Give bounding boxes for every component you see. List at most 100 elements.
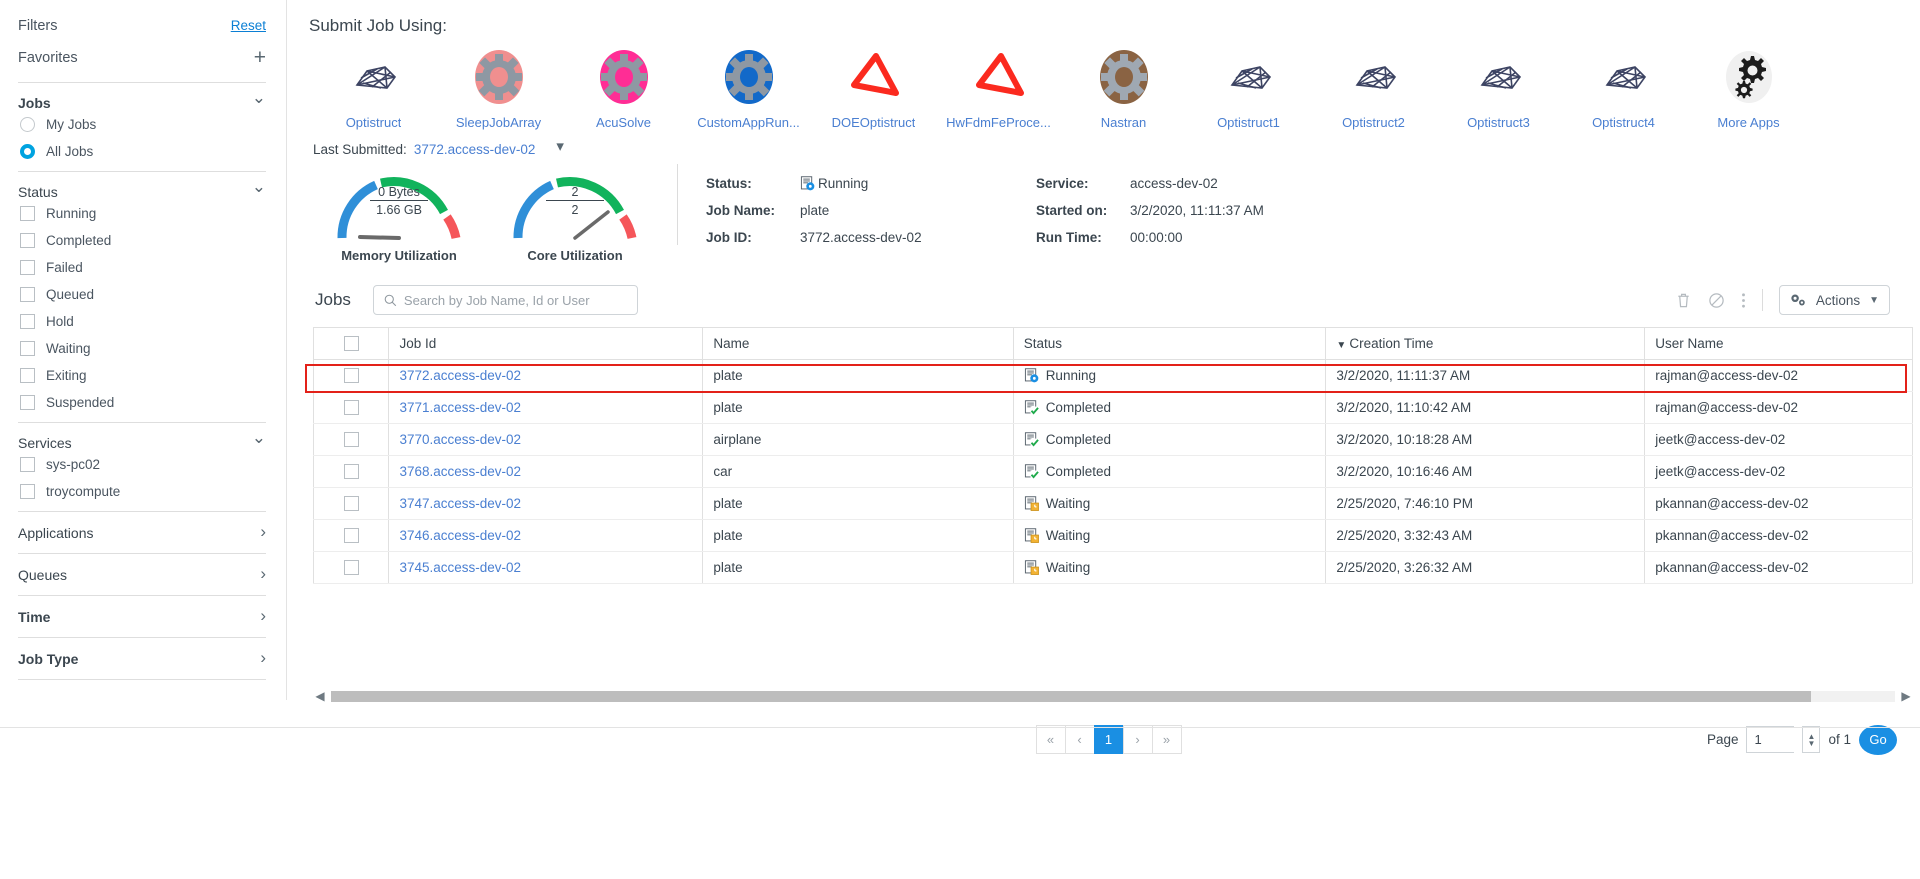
app-tile-optistruct[interactable]: Optistruct: [311, 48, 436, 130]
checkbox-status-queued[interactable]: Queued: [18, 281, 266, 308]
app-tile-sleepjobarray[interactable]: SleepJobArray: [436, 48, 561, 130]
job-id-link[interactable]: 3771.access-dev-02: [399, 400, 521, 415]
checkbox-service-sys-pc02[interactable]: sys-pc02: [18, 451, 266, 478]
page-1-button[interactable]: 1: [1093, 725, 1124, 754]
detail-value: plate: [800, 203, 830, 218]
column-header-status[interactable]: Status: [1012, 327, 1327, 360]
checkbox-status-running[interactable]: Running: [18, 200, 266, 227]
radio-my-jobs[interactable]: My Jobs: [18, 111, 266, 138]
job-id-link[interactable]: 3745.access-dev-02: [399, 560, 521, 575]
app-tile-hwfdmfeprocess[interactable]: HwFdmFeProce...: [936, 48, 1061, 130]
app-tile-optistruct2[interactable]: Optistruct2: [1311, 48, 1436, 130]
column-header-job-id[interactable]: Job Id: [388, 327, 704, 360]
page-number-input[interactable]: 1: [1746, 726, 1795, 753]
favorites-row: Favorites +: [18, 44, 266, 82]
checkbox-status-exiting[interactable]: Exiting: [18, 362, 266, 389]
checkbox-status-waiting[interactable]: Waiting: [18, 335, 266, 362]
favorites-label: Favorites: [18, 50, 78, 66]
scrollbar-track[interactable]: [331, 690, 1895, 702]
add-favorite-icon[interactable]: +: [254, 47, 266, 68]
app-tile-optistruct3[interactable]: Optistruct3: [1436, 48, 1561, 130]
job-id-link[interactable]: 3768.access-dev-02: [399, 464, 521, 479]
row-checkbox[interactable]: [343, 432, 359, 447]
detail-key: Status:: [706, 176, 752, 191]
filter-section-queues[interactable]: Queues: [18, 553, 266, 595]
checkbox-icon: [20, 457, 35, 472]
filter-section-status-header[interactable]: Status: [18, 183, 266, 200]
reset-filters-link[interactable]: Reset: [231, 18, 266, 33]
cell-status: Completed: [1012, 391, 1327, 424]
filter-section-time[interactable]: Time: [18, 595, 266, 637]
app-tile-nastran[interactable]: Nastran: [1061, 48, 1186, 130]
checkbox-icon: [20, 395, 35, 410]
job-id-link[interactable]: 3770.access-dev-02: [399, 432, 521, 447]
row-checkbox[interactable]: [343, 368, 359, 383]
horizontal-scrollbar[interactable]: ◀ ▶: [313, 689, 1913, 703]
next-page-button[interactable]: ›: [1122, 725, 1153, 754]
search-input[interactable]: Search by Job Name, Id or User: [372, 285, 638, 315]
checkbox-label: Completed: [46, 233, 112, 248]
table-row[interactable]: 3745.access-dev-02 plate Waiting 2/25/20…: [312, 551, 1913, 584]
go-button[interactable]: Go: [1859, 724, 1897, 755]
row-checkbox[interactable]: [343, 400, 359, 415]
checkbox-status-suspended[interactable]: Suspended: [18, 389, 266, 416]
table-row[interactable]: 3772.access-dev-02 plate Running 3/2/202…: [312, 359, 1913, 392]
cell-creation-time: 3/2/2020, 10:18:28 AM: [1325, 423, 1646, 456]
checkbox-status-completed[interactable]: Completed: [18, 227, 266, 254]
filter-section-job-type[interactable]: Job Type: [18, 637, 266, 679]
first-page-button[interactable]: «: [1035, 725, 1066, 754]
checkbox-label: Hold: [46, 314, 74, 329]
job-id-link[interactable]: 3747.access-dev-02: [399, 496, 521, 511]
cell-name: airplane: [702, 423, 1014, 456]
checkbox-status-hold[interactable]: Hold: [18, 308, 266, 335]
row-checkbox[interactable]: [343, 496, 359, 511]
chevron-down-icon[interactable]: ▾: [556, 137, 564, 155]
job-id-link[interactable]: 3746.access-dev-02: [399, 528, 521, 543]
app-tile-optistruct1[interactable]: Optistruct1: [1186, 48, 1311, 130]
page-label: Page: [1706, 732, 1739, 747]
column-header-name[interactable]: Name: [702, 327, 1014, 360]
table-row[interactable]: 3770.access-dev-02 airplane Completed 3/…: [312, 423, 1913, 456]
app-tile-acusolve[interactable]: AcuSolve: [561, 48, 686, 130]
row-checkbox[interactable]: [343, 464, 359, 479]
job-id-link[interactable]: 3772.access-dev-02: [399, 368, 521, 383]
app-tile-doeoptistruct[interactable]: DOEOptistruct: [811, 48, 936, 130]
scrollbar-thumb[interactable]: [331, 690, 1811, 702]
trash-icon[interactable]: [1675, 292, 1692, 309]
radio-all-jobs[interactable]: All Jobs: [18, 138, 266, 165]
row-checkbox[interactable]: [343, 560, 359, 575]
column-header-user-name[interactable]: User Name: [1644, 327, 1913, 360]
app-tile-optistruct4[interactable]: Optistruct4: [1561, 48, 1686, 130]
scroll-right-icon[interactable]: ▶: [1899, 689, 1913, 703]
table-row[interactable]: 3768.access-dev-02 car Completed 3/2/202…: [312, 455, 1913, 488]
cell-job-id: 3770.access-dev-02: [388, 423, 704, 456]
column-header-creation-time[interactable]: ▼ Creation Time: [1325, 327, 1646, 360]
last-page-button[interactable]: »: [1151, 725, 1182, 754]
gauge-core-utilization: 2 2 Core Utilization: [499, 164, 651, 263]
app-tile-customapprun[interactable]: CustomAppRun...: [686, 48, 811, 130]
toolbar-divider: [1761, 289, 1763, 311]
prev-page-button[interactable]: ‹: [1064, 725, 1095, 754]
app-tile-more-apps[interactable]: More Apps: [1686, 48, 1811, 130]
filter-section-services-header[interactable]: Services: [18, 434, 266, 451]
checkbox-status-failed[interactable]: Failed: [18, 254, 266, 281]
filter-section-applications[interactable]: Applications: [18, 511, 266, 553]
checkbox-icon: [20, 206, 35, 221]
checkbox-icon: [20, 368, 35, 383]
table-row[interactable]: 3771.access-dev-02 plate Completed 3/2/2…: [312, 391, 1913, 424]
table-row[interactable]: 3747.access-dev-02 plate Waiting 2/25/20…: [312, 487, 1913, 520]
page-number-stepper[interactable]: ▲ ▼: [1802, 726, 1821, 753]
cancel-icon[interactable]: [1708, 292, 1725, 309]
scroll-left-icon[interactable]: ◀: [313, 689, 327, 703]
checkbox-service-troycompute[interactable]: troycompute: [18, 478, 266, 505]
row-checkbox[interactable]: [343, 528, 359, 543]
actions-button[interactable]: Actions ▼: [1778, 285, 1890, 315]
stepper-down-icon[interactable]: ▼: [1808, 739, 1816, 747]
table-row[interactable]: 3746.access-dev-02 plate Waiting 2/25/20…: [312, 519, 1913, 552]
filter-section-jobs-header[interactable]: Jobs: [18, 94, 266, 111]
more-vertical-icon[interactable]: [1741, 292, 1746, 309]
select-all-checkbox[interactable]: [343, 336, 359, 351]
job-waiting-icon: [1024, 560, 1039, 575]
last-submitted-value[interactable]: 3772.access-dev-02: [414, 142, 536, 157]
cell-status: Completed: [1012, 455, 1327, 488]
